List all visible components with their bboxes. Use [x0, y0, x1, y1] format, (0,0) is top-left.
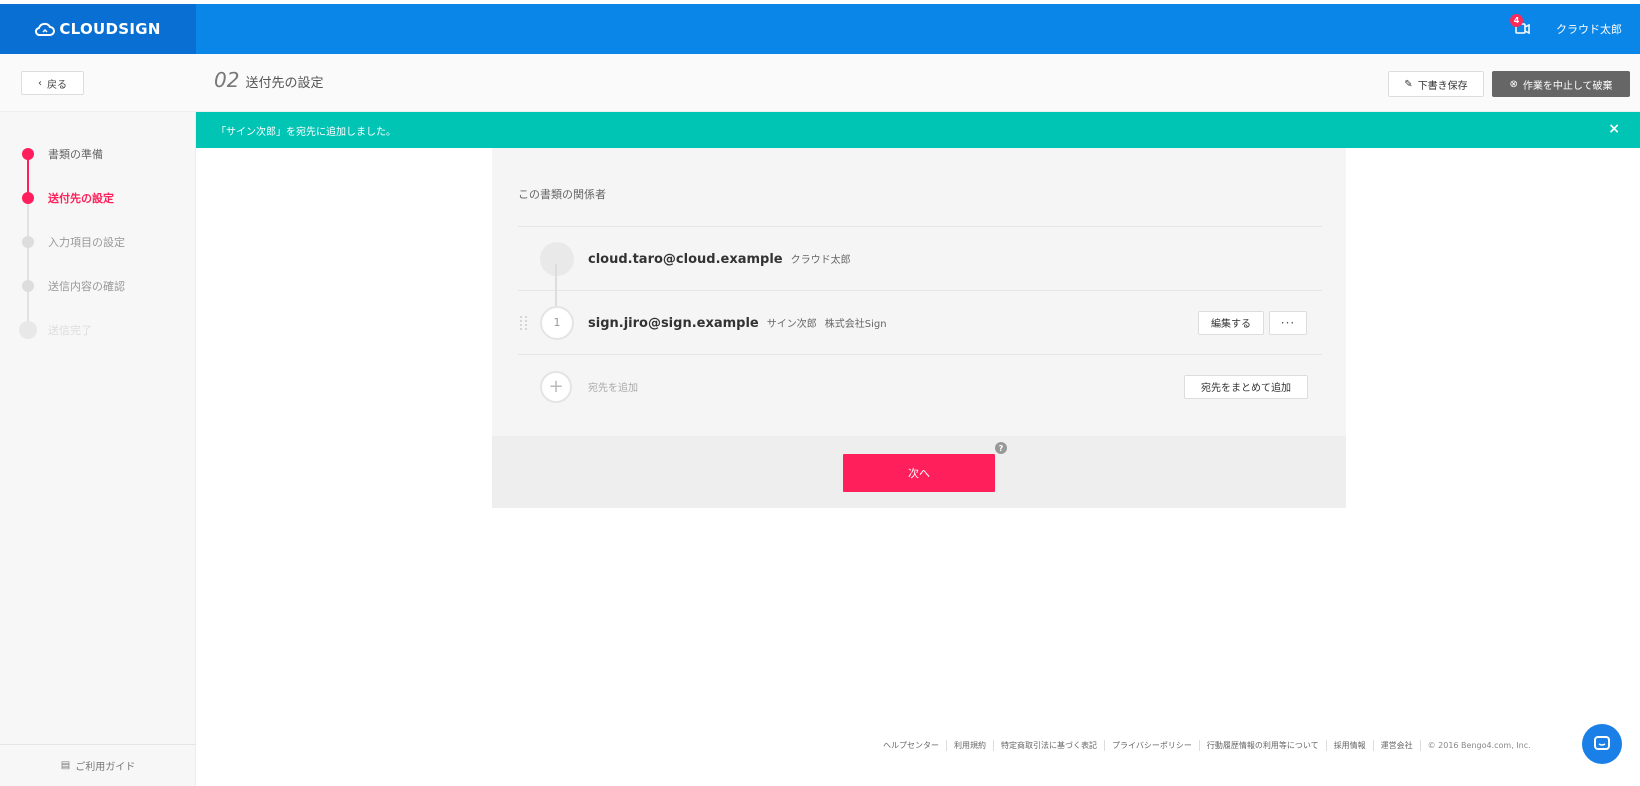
step-line-pending [27, 198, 29, 330]
step-dot [22, 192, 34, 204]
chat-icon [1594, 736, 1610, 750]
user-menu[interactable]: クラウド太郎 [1556, 21, 1622, 37]
step-label: 送付先の設定 [48, 192, 114, 205]
footer-link-behavior[interactable]: 行動履歴情報の利用等について [1200, 740, 1327, 751]
footer-link-recruit[interactable]: 採用情報 [1327, 740, 1374, 751]
notification-button[interactable]: 4 [1510, 14, 1534, 40]
step-input-fields: 入力項目の設定 [22, 220, 125, 264]
step-label: 送信完了 [48, 324, 92, 337]
participants-list: cloud.taro@cloud.example クラウド太郎 1 sign.j… [518, 226, 1322, 418]
step-label: 入力項目の設定 [48, 236, 125, 249]
recipient-email: sign.jiro@sign.example [588, 315, 759, 331]
owner-row: cloud.taro@cloud.example クラウド太郎 [518, 226, 1322, 290]
logo-text: CLOUDSIGN [59, 20, 161, 38]
footer-link-company[interactable]: 運営会社 [1374, 740, 1421, 751]
more-options-button[interactable]: ··· [1269, 310, 1307, 335]
step-document-prep[interactable]: 書類の準備 [22, 132, 125, 176]
add-recipient-label[interactable]: 宛先を追加 [588, 379, 638, 394]
card-actions: 次へ ? [492, 436, 1346, 508]
step-dot [22, 148, 34, 160]
participants-card: この書類の関係者 cloud.taro@cloud.example クラウド太郎… [492, 148, 1346, 508]
copyright-text: © 2016 Bengo4.com, Inc. [1427, 741, 1531, 750]
step-title-text: 送付先の設定 [245, 76, 324, 91]
step-confirm: 送信内容の確認 [22, 264, 125, 308]
usage-guide-link[interactable]: ▤ ご利用ガイド [0, 744, 196, 786]
page-footer: ヘルプセンター 利用規約 特定商取引法に基づく表記 プライバシーポリシー 行動履… [876, 740, 1531, 751]
page-title: 02 送付先の設定 [214, 68, 323, 92]
owner-name: クラウド太郎 [790, 254, 851, 266]
step-header: ‹ 戻る 02 送付先の設定 ✎ 下書き保存 ⊗ 作業を中止して破棄 [0, 54, 1640, 112]
success-toast: 「サイン次郎」を宛先に追加しました。 × [196, 112, 1640, 148]
notification-badge: 4 [1510, 14, 1523, 27]
edit-icon: ✎ [1404, 78, 1413, 90]
cloudsign-logo[interactable]: CLOUDSIGN [0, 4, 196, 54]
participant-connector-line [555, 264, 557, 306]
step-dot [22, 236, 34, 248]
step-dot [19, 321, 37, 339]
footer-link-terms[interactable]: 利用規約 [947, 740, 994, 751]
recipient-order-badge: 1 [540, 305, 574, 340]
footer-link-privacy[interactable]: プライバシーポリシー [1105, 740, 1200, 751]
abort-discard-button[interactable]: ⊗ 作業を中止して破棄 [1492, 71, 1630, 97]
plus-icon[interactable]: + [540, 370, 572, 403]
footer-link-commerce[interactable]: 特定商取引法に基づく表記 [994, 740, 1105, 751]
edit-recipient-button[interactable]: 編集する [1198, 310, 1264, 335]
chevron-left-icon: ‹ [38, 77, 42, 89]
step-progress: 書類の準備 送付先の設定 入力項目の設定 送信内容の確認 送信完了 [19, 132, 125, 352]
back-button-label: 戻る [47, 79, 67, 91]
close-circle-icon: ⊗ [1509, 78, 1518, 90]
owner-email: cloud.taro@cloud.example [588, 251, 783, 267]
step-recipient-settings[interactable]: 送付先の設定 [22, 176, 125, 220]
book-icon: ▤ [60, 760, 71, 771]
recipient-name: サイン次郎 [766, 318, 817, 330]
step-label: 送信内容の確認 [48, 280, 125, 293]
sidebar: 書類の準備 送付先の設定 入力項目の設定 送信内容の確認 送信完了 ▤ ご利用ガ… [0, 112, 196, 786]
recipient-company: 株式会社Sign [824, 318, 887, 330]
bulk-add-recipients-button[interactable]: 宛先をまとめて追加 [1184, 374, 1308, 399]
recipient-info: sign.jiro@sign.example サイン次郎 株式会社Sign [588, 315, 895, 331]
next-button[interactable]: 次へ [843, 454, 995, 492]
step-number: 02 [214, 68, 240, 92]
step-complete: 送信完了 [19, 308, 125, 352]
usage-guide-label: ご利用ガイド [75, 762, 136, 773]
recipient-row: 1 sign.jiro@sign.example サイン次郎 株式会社Sign … [518, 290, 1322, 354]
save-draft-label: 下書き保存 [1417, 80, 1468, 92]
chat-support-button[interactable] [1582, 724, 1622, 764]
add-recipient-row[interactable]: + 宛先を追加 宛先をまとめて追加 [518, 354, 1322, 418]
cloud-icon [35, 22, 56, 36]
abort-discard-label: 作業を中止して破棄 [1522, 80, 1613, 92]
close-icon[interactable]: × [1608, 122, 1620, 136]
owner-info: cloud.taro@cloud.example クラウド太郎 [588, 251, 859, 267]
step-label: 書類の準備 [48, 148, 103, 161]
top-navigation-bar: CLOUDSIGN 4 クラウド太郎 [0, 4, 1640, 54]
help-icon[interactable]: ? [995, 442, 1007, 454]
participants-title: この書類の関係者 [518, 188, 606, 201]
footer-link-help[interactable]: ヘルプセンター [876, 740, 947, 751]
save-draft-button[interactable]: ✎ 下書き保存 [1388, 71, 1484, 97]
toast-message: 「サイン次郎」を宛先に追加しました。 [216, 126, 396, 138]
step-dot [22, 280, 34, 292]
owner-avatar [540, 241, 574, 276]
drag-handle-icon[interactable] [520, 311, 528, 335]
back-button[interactable]: ‹ 戻る [21, 71, 84, 95]
top-right-area: 4 クラウド太郎 [1510, 4, 1622, 54]
